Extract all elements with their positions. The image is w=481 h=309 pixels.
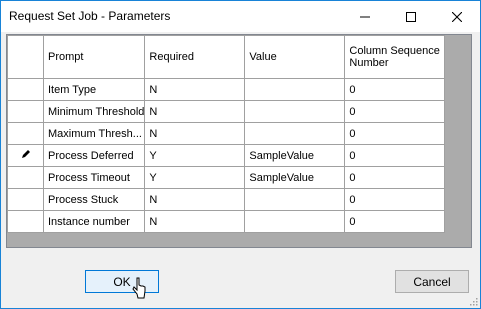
minimize-icon (360, 16, 370, 17)
cancel-button[interactable]: Cancel (395, 270, 469, 293)
mouse-cursor-icon (132, 277, 146, 299)
table-row[interactable]: Maximum Thresh... N 0 (7, 122, 446, 145)
table-row[interactable]: Process Deferred Y SampleValue 0 (7, 144, 446, 167)
cell-value[interactable]: SampleValue (244, 166, 346, 189)
table-row[interactable]: Process Stuck N 0 (7, 188, 446, 211)
pencil-icon (21, 150, 30, 158)
cell-value[interactable] (244, 78, 346, 101)
resize-grip-icon[interactable] (468, 296, 478, 306)
row-header[interactable] (7, 144, 44, 167)
cell-sequence[interactable]: 0 (344, 210, 446, 233)
cell-prompt[interactable]: Minimum Threshold (42, 100, 146, 123)
cell-sequence[interactable]: 0 (344, 100, 446, 123)
cell-prompt[interactable]: Process Timeout (42, 166, 146, 189)
cell-value[interactable] (244, 122, 346, 145)
cell-prompt[interactable]: Instance number (42, 210, 146, 233)
window-title: Request Set Job - Parameters (9, 9, 171, 23)
cell-prompt[interactable]: Process Deferred (42, 144, 146, 167)
column-header-sequence-label: Column Sequence Number (349, 45, 440, 69)
cell-required[interactable]: N (144, 210, 246, 233)
cell-value[interactable] (244, 100, 346, 123)
cell-value[interactable] (244, 210, 346, 233)
cell-required[interactable]: N (144, 188, 246, 211)
column-header-sequence[interactable]: Column Sequence Number (344, 35, 446, 79)
cell-required[interactable]: N (144, 100, 246, 123)
cell-prompt[interactable]: Process Stuck (42, 188, 146, 211)
cell-required[interactable]: Y (144, 166, 246, 189)
cell-value[interactable]: SampleValue (244, 144, 346, 167)
cell-value[interactable] (244, 188, 346, 211)
parameters-grid[interactable]: Prompt Required Value Column Sequence Nu… (6, 34, 472, 248)
cell-prompt[interactable]: Item Type (42, 78, 146, 101)
parameters-table: Prompt Required Value Column Sequence Nu… (7, 35, 446, 233)
row-header[interactable] (7, 210, 44, 233)
row-header[interactable] (7, 78, 44, 101)
column-header-required[interactable]: Required (144, 35, 246, 79)
row-header[interactable] (7, 100, 44, 123)
table-row[interactable]: Process Timeout Y SampleValue 0 (7, 166, 446, 189)
cell-sequence[interactable]: 0 (344, 78, 446, 101)
cell-required[interactable]: N (144, 78, 246, 101)
minimize-button[interactable] (342, 1, 388, 32)
dialog-window: Request Set Job - Parameters Prompt Requ… (0, 0, 481, 309)
column-header-prompt[interactable]: Prompt (42, 35, 146, 79)
column-header-value[interactable]: Value (244, 35, 346, 79)
row-header[interactable] (7, 166, 44, 189)
row-header[interactable] (7, 188, 44, 211)
header-row: Prompt Required Value Column Sequence Nu… (7, 35, 446, 79)
cell-required[interactable]: Y (144, 144, 246, 167)
ok-button[interactable]: OK (85, 270, 159, 293)
cell-required[interactable]: N (144, 122, 246, 145)
table-row[interactable]: Minimum Threshold N 0 (7, 100, 446, 123)
cell-prompt[interactable]: Maximum Thresh... (42, 122, 146, 145)
cell-sequence[interactable]: 0 (344, 144, 446, 167)
close-icon (452, 11, 462, 22)
table-row[interactable]: Item Type N 0 (7, 78, 446, 101)
maximize-button[interactable] (388, 1, 434, 32)
row-header[interactable] (7, 122, 44, 145)
row-header-corner[interactable] (7, 35, 44, 79)
maximize-icon (406, 11, 416, 22)
title-bar[interactable]: Request Set Job - Parameters (1, 1, 480, 32)
cell-sequence[interactable]: 0 (344, 188, 446, 211)
cell-sequence[interactable]: 0 (344, 166, 446, 189)
cell-sequence[interactable]: 0 (344, 122, 446, 145)
table-row[interactable]: Instance number N 0 (7, 210, 446, 233)
close-button[interactable] (434, 1, 480, 32)
